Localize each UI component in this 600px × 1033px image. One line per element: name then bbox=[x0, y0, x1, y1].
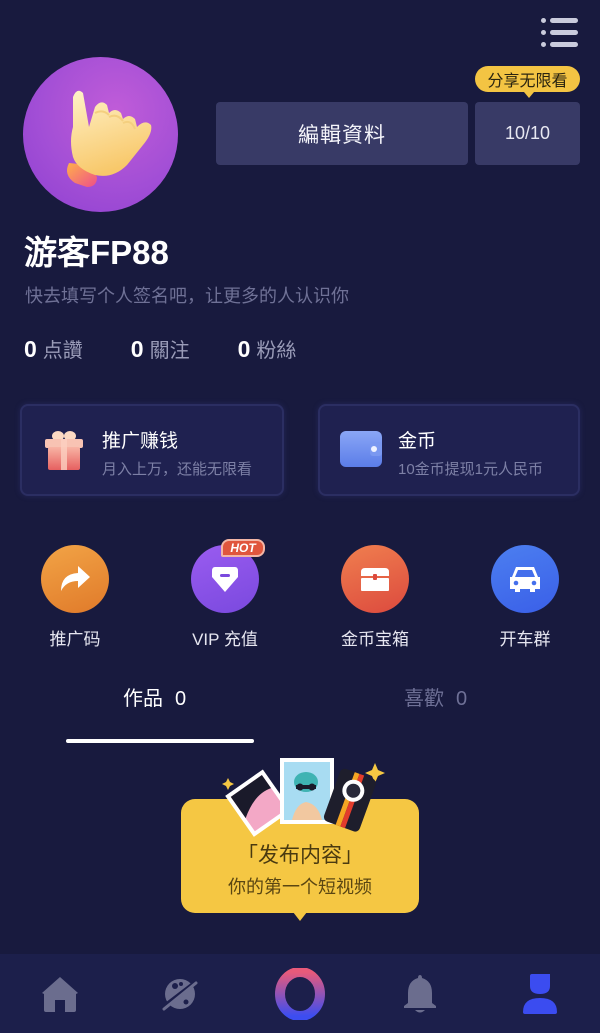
quick-action-coin-chest[interactable]: 金币宝箱 bbox=[320, 545, 430, 650]
shaka-hand-icon bbox=[67, 90, 152, 187]
stat-label: 点讚 bbox=[42, 340, 83, 362]
tab-label: 喜歡 bbox=[404, 688, 444, 710]
stat-label: 粉絲 bbox=[256, 340, 297, 362]
share-promo-badge: 分享无限看 bbox=[475, 66, 580, 98]
photos-camera-illustration bbox=[222, 758, 385, 837]
share-count-button[interactable]: 10/10 bbox=[475, 102, 580, 165]
quick-action-vip-recharge[interactable]: VIP 充值 bbox=[170, 545, 280, 650]
stat-value: 0 bbox=[130, 336, 144, 362]
profile-stats: 0 点讚 0 關注 0 粉絲 bbox=[24, 334, 344, 363]
share-arrow-icon bbox=[61, 566, 90, 591]
menu-list-icon[interactable] bbox=[541, 16, 579, 48]
card-title: 金币 bbox=[398, 431, 437, 452]
planet-icon bbox=[161, 978, 199, 1010]
gift-icon bbox=[45, 431, 83, 470]
diamond-icon bbox=[212, 567, 238, 592]
bell-icon bbox=[404, 974, 436, 1012]
publish-subtitle: 你的第一个短视频 bbox=[228, 877, 372, 897]
coin-card[interactable]: 金币 10金币提现1元人民币 bbox=[318, 404, 580, 496]
nav-home[interactable] bbox=[30, 964, 90, 1024]
stat-label: 關注 bbox=[149, 340, 190, 362]
tab-works[interactable]: 作品 0 bbox=[123, 682, 186, 711]
tab-label: 作品 bbox=[123, 688, 163, 710]
user-icon bbox=[523, 973, 557, 1014]
card-subtitle: 10金币提现1元人民币 bbox=[398, 461, 544, 478]
car-icon bbox=[510, 567, 540, 592]
edit-profile-button[interactable]: 編輯資料 bbox=[216, 102, 468, 165]
quick-action-label: 开车群 bbox=[499, 630, 551, 649]
nav-create[interactable] bbox=[270, 964, 330, 1024]
bottom-nav bbox=[0, 954, 600, 1033]
treasure-chest-icon bbox=[361, 568, 389, 591]
stat-value: 0 bbox=[24, 336, 37, 362]
home-icon bbox=[42, 976, 78, 1012]
quick-action-driving-group[interactable]: 开车群 bbox=[470, 545, 580, 650]
card-title: 推广赚钱 bbox=[102, 431, 179, 452]
stat-value: 0 bbox=[237, 336, 251, 362]
promote-earn-card[interactable]: 推广赚钱 月入上万，还能无限看 bbox=[20, 404, 284, 496]
active-tab-indicator bbox=[66, 739, 254, 743]
quick-action-label: 金币宝箱 bbox=[341, 630, 409, 649]
nav-notifications[interactable] bbox=[390, 964, 450, 1024]
signature[interactable]: 快去填写个人签名吧，让更多的人认识你 bbox=[25, 282, 349, 308]
wallet-icon bbox=[340, 431, 382, 467]
quick-action-promo-code[interactable]: 推广码 bbox=[20, 545, 130, 650]
nav-discover[interactable] bbox=[150, 964, 210, 1024]
hot-badge: HOT bbox=[221, 539, 265, 557]
stat-fans[interactable]: 0 粉絲 bbox=[238, 334, 297, 363]
avatar[interactable] bbox=[23, 57, 178, 212]
ring-create-icon bbox=[275, 967, 325, 1020]
stat-following[interactable]: 0 關注 bbox=[131, 334, 190, 363]
card-subtitle: 月入上万，还能无限看 bbox=[102, 461, 253, 478]
tab-count: 0 bbox=[175, 688, 187, 710]
tab-count: 0 bbox=[456, 688, 468, 710]
nav-profile[interactable] bbox=[510, 964, 570, 1024]
quick-action-label: VIP 充值 bbox=[192, 630, 258, 649]
stat-likes[interactable]: 0 点讚 bbox=[24, 334, 83, 363]
quick-action-label: 推广码 bbox=[49, 630, 101, 649]
username: 游客FP88 bbox=[24, 234, 169, 271]
tab-likes[interactable]: 喜歡 0 bbox=[404, 682, 467, 711]
publish-title: 「发布内容」 bbox=[237, 844, 363, 867]
